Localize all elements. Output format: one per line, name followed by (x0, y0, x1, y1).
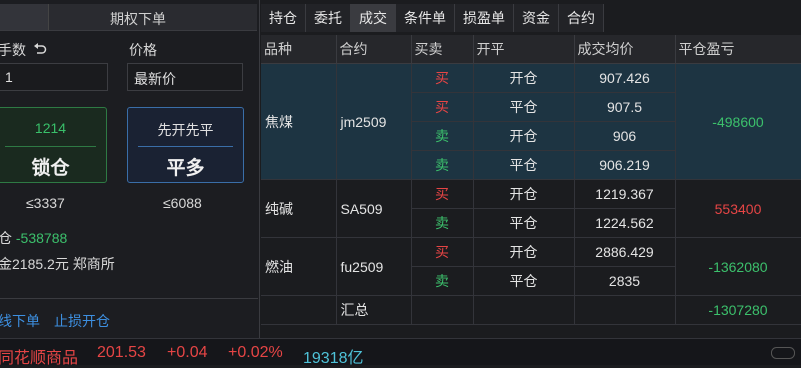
close-long-button[interactable]: 先开先平 平多 (127, 107, 244, 183)
index-name[interactable]: 同花顺商品 (0, 344, 78, 368)
position-value: -538788 (15, 230, 68, 246)
position-info: 仓 -538788 (0, 228, 67, 248)
cell-product: 燃油 (261, 237, 337, 296)
order-panel-title: 期权下单 (110, 11, 166, 27)
panel-divider (0, 298, 258, 299)
header-contract[interactable]: 合约 (336, 35, 412, 64)
position-label: 仓 (0, 230, 12, 246)
watermark-logo (771, 347, 795, 362)
cell-open-close: 平仓 (473, 266, 575, 296)
limit-left: ≤3337 (26, 195, 65, 211)
header-close-pnl[interactable]: 平仓盈亏 (675, 35, 801, 64)
stop-loss-open-link[interactable]: 止损开仓 (54, 311, 110, 331)
qty-label: 手数 (0, 40, 47, 60)
cell-avg-price: 2886.429 (574, 237, 676, 267)
lock-button-label: 锁仓 (31, 158, 70, 179)
cell-open-close: 开仓 (473, 237, 575, 267)
lock-position-button[interactable]: 1214 锁仓 (0, 107, 107, 183)
cell-open-close: 平仓 (473, 208, 575, 238)
cell-close-pnl: -498600 (675, 63, 801, 180)
cell-side: 买 (411, 92, 474, 122)
cell-product: 纯碱 (261, 179, 337, 238)
total-empty-cell (574, 295, 676, 325)
cell-avg-price: 907.5 (574, 92, 676, 122)
cell-side: 卖 (411, 121, 474, 151)
total-row: 汇总 -1307280 (261, 295, 801, 325)
trade-tabs: 持仓 委托 成交 条件单 损盈单 资金 合约 (261, 4, 604, 32)
tab-stop-orders[interactable]: 损盈单 (455, 4, 514, 32)
cell-open-close: 开仓 (473, 179, 575, 209)
total-label: 汇总 (336, 295, 412, 325)
qty-label-text: 手数 (0, 42, 26, 58)
cell-close-pnl: -1362080 (675, 237, 801, 296)
cell-close-pnl: 553400 (675, 179, 801, 238)
lock-button-count: 1214 (34, 120, 67, 136)
cell-open-close: 平仓 (473, 92, 575, 122)
header-open-close[interactable]: 开平 (473, 35, 575, 64)
total-empty-cell (411, 295, 474, 325)
cell-avg-price: 906.219 (574, 150, 676, 180)
cell-contract: jm2509 (336, 63, 412, 180)
header-avg-price[interactable]: 成交均价 (574, 35, 676, 64)
price-input[interactable]: 最新价 (127, 63, 243, 91)
table-row[interactable]: 纯碱 SA509 买开仓 1219.367 553400 (261, 179, 801, 238)
index-price: 201.53 (97, 344, 146, 361)
status-bar: 同花顺商品 201.53 +0.04 +0.02% 19318亿 (0, 338, 801, 368)
cell-contract: fu2509 (336, 237, 412, 296)
cell-side: 卖 (411, 208, 474, 238)
order-panel-header: 期权下单 (0, 4, 257, 31)
tab-orders[interactable]: 委托 (306, 4, 351, 32)
tab-conditional[interactable]: 条件单 (396, 4, 455, 32)
reset-icon[interactable] (33, 42, 47, 58)
qty-input[interactable]: 1 (0, 63, 108, 91)
margin-info: 金2185.2元 郑商所 (0, 256, 115, 272)
index-change: +0.04 (167, 344, 208, 361)
cell-avg-price: 906 (574, 121, 676, 151)
lock-button-separator (5, 146, 96, 147)
total-empty-cell (261, 295, 337, 325)
cell-avg-price: 907.426 (574, 63, 676, 93)
cell-side: 卖 (411, 150, 474, 180)
table-header-row: 品种 合约 买卖 开平 成交均价 平仓盈亏 (261, 35, 801, 64)
limit-right: ≤6088 (163, 195, 202, 211)
tab-contracts[interactable]: 合约 (559, 4, 604, 32)
cell-avg-price: 2835 (574, 266, 676, 296)
table-row[interactable]: 焦煤 jm2509 买开仓 907.426 -498600 (261, 63, 801, 180)
fills-table: 品种 合约 买卖 开平 成交均价 平仓盈亏 焦煤 jm2509 买开仓 907.426… (261, 35, 801, 325)
cell-side: 买 (411, 179, 474, 209)
cell-side: 买 (411, 237, 474, 267)
header-product[interactable]: 品种 (261, 35, 337, 64)
cell-side: 卖 (411, 266, 474, 296)
tab-funds[interactable]: 资金 (514, 4, 559, 32)
total-empty-cell (473, 295, 575, 325)
table-row[interactable]: 燃油 fu2509 买开仓 2886.429 -1362080 (261, 237, 801, 296)
cell-contract: SA509 (336, 179, 412, 238)
index-change-pct: +0.02% (228, 344, 283, 361)
index-volume: 19318亿 (303, 350, 364, 367)
cell-side: 买 (411, 63, 474, 93)
tab-fills[interactable]: 成交 (351, 4, 396, 32)
cell-avg-price: 1224.562 (574, 208, 676, 238)
cell-product: 焦煤 (261, 63, 337, 180)
close-long-mode: 先开先平 (157, 122, 214, 138)
line-order-link[interactable]: 线下单 (0, 311, 40, 331)
cell-avg-price: 1219.367 (574, 179, 676, 209)
cell-open-close: 开仓 (473, 63, 575, 93)
panel-tab[interactable] (0, 4, 49, 30)
tab-positions[interactable]: 持仓 (261, 4, 306, 32)
price-label: 价格 (129, 42, 157, 58)
total-value: -1307280 (675, 295, 801, 325)
close-long-label: 平多 (166, 158, 205, 179)
close-long-separator (138, 146, 233, 147)
order-panel: 期权下单 手数 价格 1 最新价 1214 锁仓 先开先平 平多 ≤3337 ≤… (0, 0, 260, 338)
cell-open-close: 开仓 (473, 121, 575, 151)
header-side[interactable]: 买卖 (411, 35, 474, 64)
cell-open-close: 平仓 (473, 150, 575, 180)
